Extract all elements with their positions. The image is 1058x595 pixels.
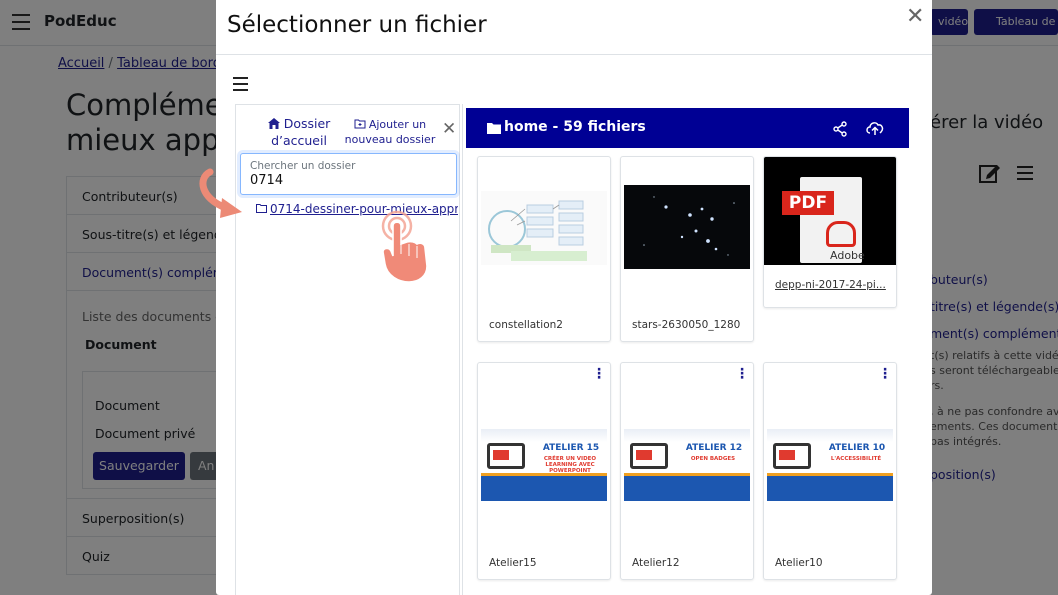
close-sidebar-icon[interactable]: ✕ bbox=[442, 119, 456, 139]
share-icon[interactable] bbox=[832, 121, 848, 137]
file-thumbnail: ATELIER 10 L'ACCESSIBILITÉ bbox=[767, 429, 893, 501]
workshop-title: ATELIER 15 bbox=[542, 443, 600, 453]
menu-icon[interactable] bbox=[233, 77, 248, 91]
more-vertical-icon[interactable]: ⋮ bbox=[878, 367, 892, 381]
tutorial-arrow-icon bbox=[199, 168, 242, 218]
workshop-title: ATELIER 12 bbox=[685, 443, 743, 453]
more-vertical-icon[interactable]: ⋮ bbox=[592, 367, 606, 381]
file-thumbnail: ATELIER 15 CRÉER UN VIDEO LEARNING AVEC … bbox=[481, 429, 607, 501]
file-name: stars-2630050_1280 bbox=[632, 319, 741, 331]
current-folder-title: home - 59 fichiers bbox=[504, 119, 646, 135]
workshop-subtitle: L'ACCESSIBILITÉ bbox=[830, 456, 882, 462]
file-thumbnail: ATELIER 12 OPEN BADGES bbox=[624, 429, 750, 501]
folder-search-input[interactable] bbox=[248, 173, 448, 188]
file-grid-area: home - 59 fichiers constellation2 stars-… bbox=[462, 104, 911, 595]
laptop-graphic bbox=[487, 443, 525, 469]
file-thumbnail bbox=[624, 185, 750, 269]
modal-title: Sélectionner un fichier bbox=[227, 12, 487, 38]
file-card[interactable]: ⋮ ATELIER 15 CRÉER UN VIDEO LEARNING AVE… bbox=[477, 362, 611, 580]
close-icon[interactable]: ✕ bbox=[906, 4, 924, 29]
workshop-subtitle: OPEN BADGES bbox=[690, 456, 736, 462]
file-card[interactable]: PDF Adobe depp-ni-2017-24-pi... bbox=[763, 156, 897, 308]
home-folder-label: Dossier d’accueil bbox=[271, 116, 331, 148]
pdf-thumbnail: PDF Adobe bbox=[764, 157, 896, 265]
laptop-graphic bbox=[630, 443, 668, 469]
home-folder-button[interactable]: Dossier d’accueil bbox=[254, 115, 344, 149]
tap-hand-icon bbox=[381, 210, 428, 283]
file-name: Atelier10 bbox=[775, 557, 823, 569]
more-vertical-icon[interactable]: ⋮ bbox=[735, 367, 749, 381]
file-name-link[interactable]: depp-ni-2017-24-pi... bbox=[775, 279, 895, 291]
adobe-symbol-shape bbox=[826, 221, 856, 247]
home-icon bbox=[267, 118, 280, 129]
stripe-graphic bbox=[481, 473, 607, 476]
file-card[interactable]: ⋮ ATELIER 10 L'ACCESSIBILITÉ Atelier10 bbox=[763, 362, 897, 580]
folder-plus-icon bbox=[354, 119, 366, 129]
file-card[interactable]: constellation2 bbox=[477, 156, 611, 342]
folder-search-box[interactable]: Chercher un dossier bbox=[240, 153, 457, 195]
folder-icon bbox=[487, 123, 501, 134]
file-picker-modal: Sélectionner un fichier ✕ Dossier d’accu… bbox=[216, 0, 932, 595]
file-name: Atelier15 bbox=[489, 557, 537, 569]
file-thumbnail bbox=[481, 191, 607, 265]
pdf-badge: PDF bbox=[782, 191, 834, 215]
file-name: constellation2 bbox=[489, 319, 563, 331]
pdf-brand-text: Adobe bbox=[830, 249, 865, 262]
file-card[interactable]: ⋮ ATELIER 12 OPEN BADGES Atelier12 bbox=[620, 362, 754, 580]
cloud-upload-icon[interactable] bbox=[865, 120, 885, 136]
stripe-graphic bbox=[767, 473, 893, 476]
add-folder-button[interactable]: Ajouter un nouveau dossier bbox=[344, 117, 436, 147]
current-folder-bar: home - 59 fichiers bbox=[466, 108, 909, 148]
workshop-subtitle: CRÉER UN VIDEO LEARNING AVEC POWERPOINT bbox=[543, 456, 597, 474]
file-name: Atelier12 bbox=[632, 557, 680, 569]
folder-icon bbox=[256, 202, 267, 216]
laptop-graphic bbox=[773, 443, 811, 469]
stripe-graphic bbox=[624, 473, 750, 476]
folder-sidebar: Dossier d’accueil Ajouter un nouveau dos… bbox=[235, 104, 460, 595]
search-floating-label: Chercher un dossier bbox=[250, 160, 356, 172]
file-card[interactable]: stars-2630050_1280 bbox=[620, 156, 754, 342]
modal-header: Sélectionner un fichier ✕ bbox=[216, 0, 932, 55]
workshop-title: ATELIER 10 bbox=[828, 443, 886, 453]
